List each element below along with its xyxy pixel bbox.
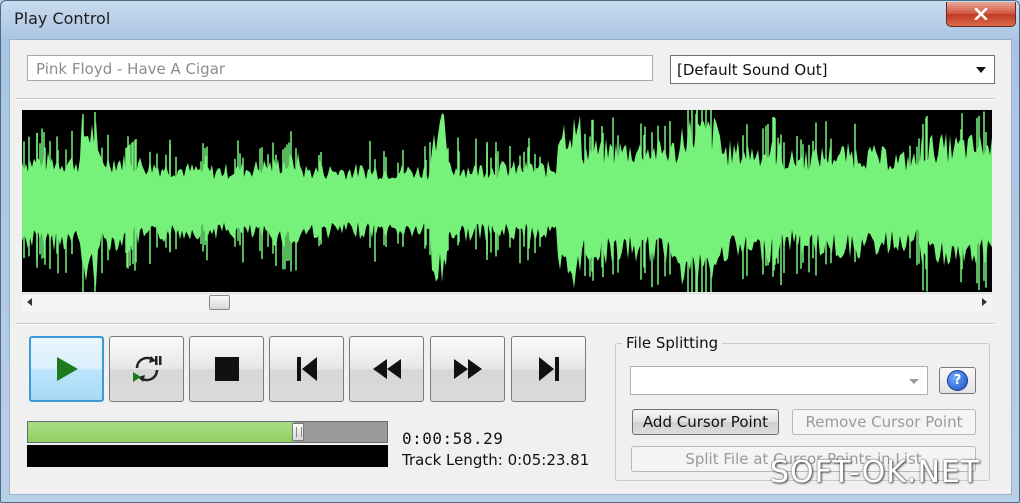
waveform-graph (22, 110, 992, 292)
scroll-left-icon[interactable] (27, 298, 32, 306)
output-device-select[interactable]: [Default Sound Out] (670, 55, 995, 84)
chevron-down-icon (976, 67, 986, 73)
file-splitting-label: File Splitting (622, 334, 723, 352)
position-slider-thumb[interactable] (291, 423, 304, 441)
close-icon (974, 8, 988, 20)
current-time: 0:00:58.29 (402, 429, 504, 448)
position-progress (28, 422, 294, 442)
rewind-button[interactable] (349, 336, 424, 402)
title-bar[interactable]: Play Control (1, 1, 1019, 39)
track-name-field[interactable]: Pink Floyd - Have A Cigar (27, 55, 653, 81)
help-icon: ? (947, 370, 968, 391)
scrollbar-thumb[interactable] (209, 295, 231, 310)
divider (16, 323, 994, 325)
stop-icon (214, 357, 239, 381)
position-slider[interactable] (27, 421, 388, 443)
skip-to-start-button[interactable] (269, 336, 344, 402)
track-length: Track Length: 0:05:23.81 (402, 451, 590, 469)
close-button[interactable] (946, 2, 1016, 27)
waveform-shape (22, 113, 992, 289)
play-control-window: Play Control Pink Floyd - Have A Cigar [… (0, 0, 1020, 503)
stop-button[interactable] (189, 336, 264, 402)
split-points-combo[interactable] (630, 366, 928, 395)
skip-end-icon (538, 357, 559, 381)
client-area: Pink Floyd - Have A Cigar [Default Sound… (9, 39, 1012, 495)
skip-to-end-button[interactable] (511, 336, 586, 402)
fast-forward-button[interactable] (430, 336, 505, 402)
waveform-scrollbar[interactable] (22, 293, 992, 311)
chevron-down-icon (909, 379, 919, 384)
play-icon (56, 357, 78, 381)
output-device-value: [Default Sound Out] (677, 61, 828, 79)
watermark: SOFT-OK.NET (770, 455, 981, 490)
rewind-icon (372, 359, 401, 379)
fast-forward-icon (453, 359, 482, 379)
play-button[interactable] (29, 336, 104, 402)
window-title: Play Control (14, 9, 111, 28)
help-button[interactable]: ? (939, 367, 976, 394)
add-cursor-point-button[interactable]: Add Cursor Point (632, 409, 779, 435)
scroll-right-icon[interactable] (982, 298, 987, 306)
remove-cursor-point-button[interactable]: Remove Cursor Point (792, 409, 976, 435)
divider (16, 98, 994, 100)
loop-icon (132, 356, 161, 382)
loop-play-button[interactable] (109, 336, 184, 402)
skip-start-icon (296, 357, 317, 381)
level-meter (27, 445, 388, 467)
waveform-display[interactable] (22, 110, 992, 292)
